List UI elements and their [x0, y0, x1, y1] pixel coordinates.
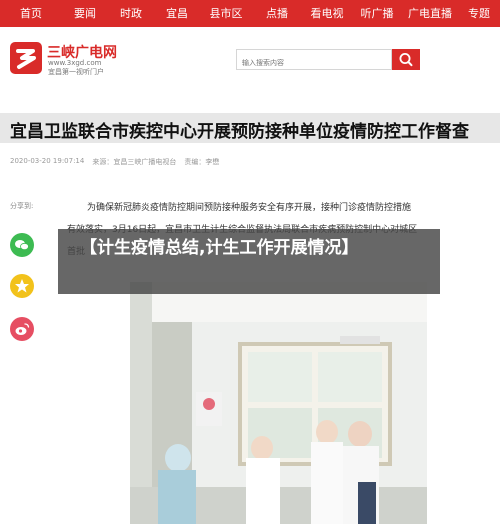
article-headline-bar: 宜昌卫监联合市疾控中心开展预防接种单位疫情防控工作督查 [0, 113, 500, 143]
article-photo [130, 282, 427, 524]
article-paragraph-line-1: 为确保新冠肺炎疫情防控期间预防接种服务安全有序开展，接种门诊疫情防控措施 [87, 203, 412, 213]
article-source: 来源：宜昌三峡广播电视台 [92, 158, 177, 166]
nav-item-vod[interactable]: 点播 [252, 0, 302, 27]
logo-url: www.3xgd.com [48, 59, 102, 67]
nav-item-yichang[interactable]: 宜昌 [154, 0, 200, 27]
weibo-icon [15, 323, 30, 335]
qzone-icon [15, 279, 29, 293]
article-meta: 2020-03-20 19:07:14 来源：宜昌三峡广播电视台 责编：李懋 [10, 157, 219, 167]
nav-item-watch-tv[interactable]: 看电视 [302, 0, 352, 27]
share-label: 分享到: [10, 202, 34, 210]
overlay-title-box: 【计生疫情总结,计生工作开展情况】 [58, 229, 440, 294]
search-box [236, 49, 392, 73]
nav-item-counties[interactable]: 县市区 [200, 0, 252, 27]
share-weibo-button[interactable] [10, 317, 34, 341]
article-editor: 责编：李懋 [184, 158, 220, 166]
wechat-icon [15, 240, 29, 251]
search-input[interactable] [237, 53, 391, 73]
clinic-scene-illustration [130, 282, 427, 524]
nav-item-politics[interactable]: 时政 [108, 0, 154, 27]
logo-subtitle: 宜昌第一视听门户 [48, 68, 104, 76]
article-title: 宜昌卫监联合市疾控中心开展预防接种单位疫情防控工作督查 [10, 122, 469, 142]
nav-item-topics[interactable]: 专题 [458, 0, 500, 27]
nav-item-listen-radio[interactable]: 听广播 [352, 0, 402, 27]
site-logo[interactable]: 三峡广电网 www.3xgd.com 宜昌第一视听门户 [10, 42, 120, 78]
search-icon [399, 53, 413, 67]
article-date: 2020-03-20 19:07:14 [10, 157, 85, 165]
logo-mark-icon [10, 42, 42, 74]
overlay-title: 【计生疫情总结,计生工作开展情况】 [80, 238, 359, 258]
search-button[interactable] [392, 49, 420, 70]
top-nav: 首页 要闻 时政 宜昌 县市区 点播 看电视 听广播 广电直播 专题 [0, 0, 500, 27]
nav-item-home[interactable]: 首页 [0, 0, 62, 27]
nav-item-news[interactable]: 要闻 [62, 0, 108, 27]
share-qzone-button[interactable] [10, 274, 34, 298]
share-wechat-button[interactable] [10, 233, 34, 257]
nav-item-live[interactable]: 广电直播 [402, 0, 458, 27]
